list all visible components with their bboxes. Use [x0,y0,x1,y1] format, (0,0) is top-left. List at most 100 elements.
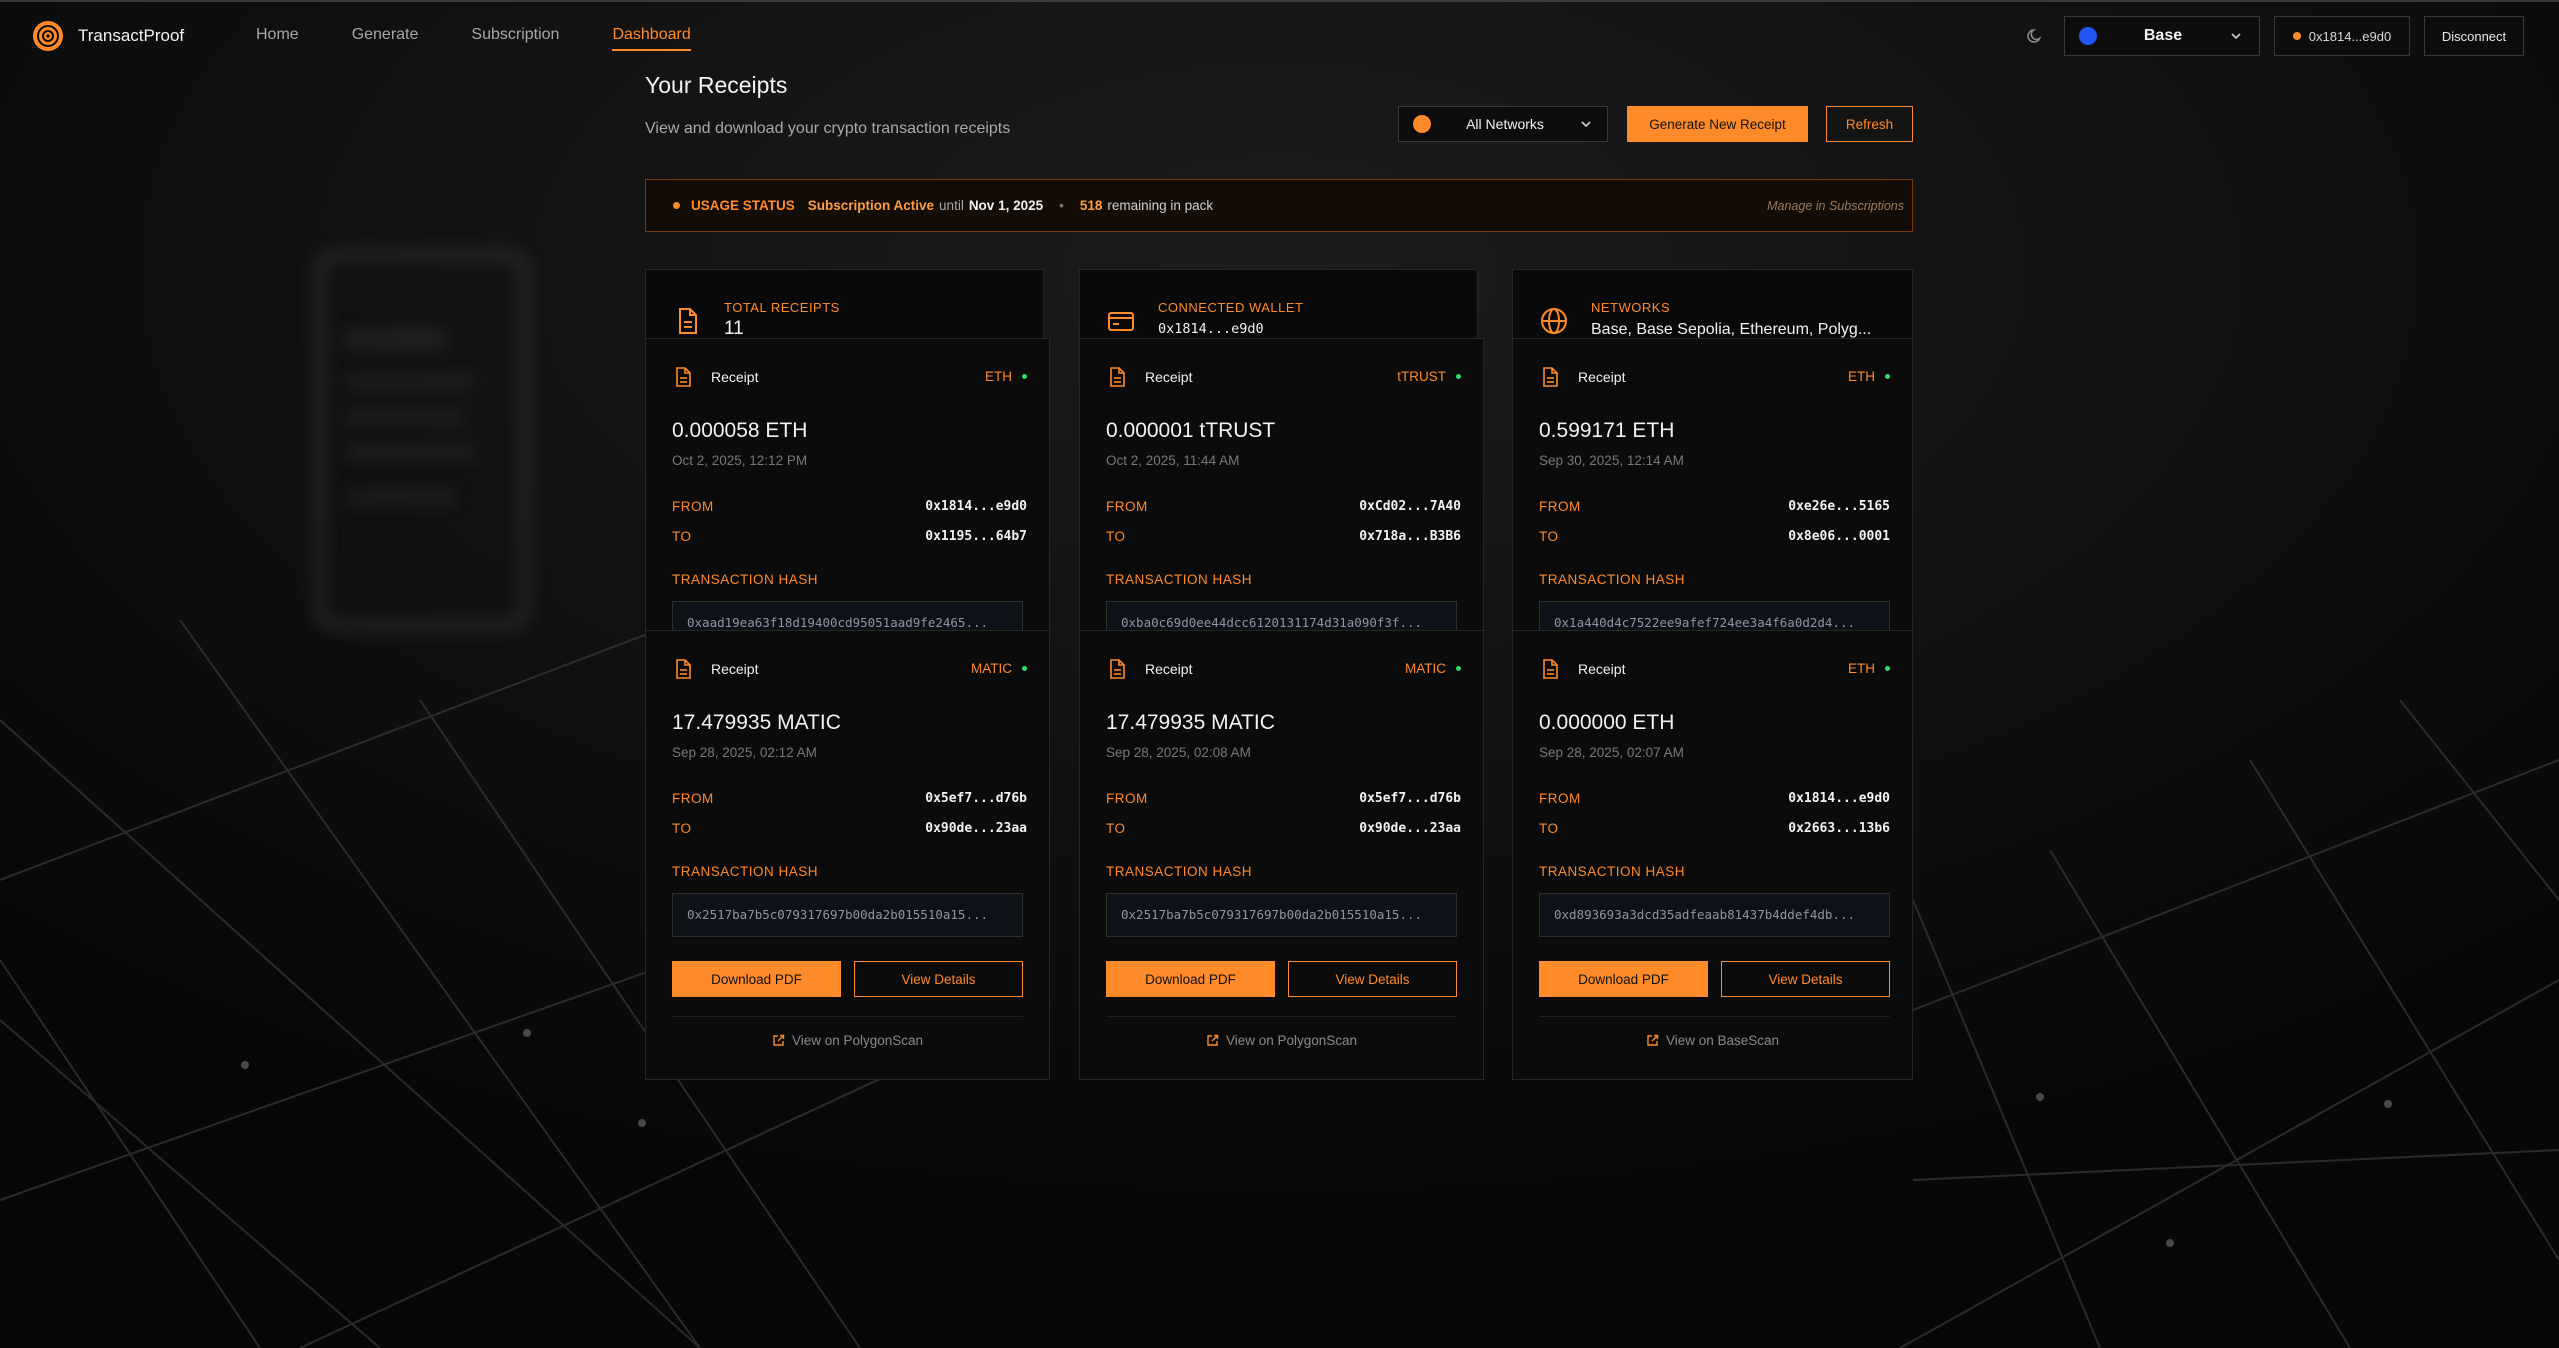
dashboard-main: Your Receipts View and download your cry… [645,68,1913,1348]
wallet-icon [1108,312,1134,331]
receipt-date: Oct 2, 2025, 11:44 AM [1106,453,1240,468]
networks-value: Base, Base Sepolia, Ethereum, Polyg... [1591,321,1872,338]
transaction-hash-label: TRANSACTION HASH [1539,864,1686,879]
generate-new-receipt-button[interactable]: Generate New Receipt [1627,106,1808,142]
receipt-date: Oct 2, 2025, 12:12 PM [672,453,808,468]
receipt-document-icon [1543,367,1558,387]
receipt-document-icon [676,659,691,679]
receipt-title: Receipt [1145,661,1193,677]
external-link-icon [1207,1034,1219,1046]
from-address: 0x1814...e9d0 [1788,791,1890,806]
usage-status-bar: USAGE STATUS Subscription Active until N… [645,179,1913,232]
wallet-address: 0x1814...e9d0 [2308,28,2392,44]
receipt-title: Receipt [1578,369,1626,385]
wallet-address-button[interactable]: 0x1814...e9d0 [2274,16,2410,56]
globe-icon [1541,308,1567,334]
token-badge: ETH [1848,369,1890,384]
receipt-amount: 0.599171 ETH [1539,419,1675,442]
transaction-hash-label: TRANSACTION HASH [1106,572,1253,587]
block-explorer-link[interactable]: View on PolygonScan [1080,1033,1483,1048]
nav-dashboard[interactable]: Dashboard [612,2,691,51]
block-explorer-label: View on BaseScan [1665,1033,1780,1048]
receipt-date: Sep 28, 2025, 02:07 AM [1539,745,1684,760]
receipt-amount: 0.000058 ETH [672,419,808,442]
receipt-card: Receipt MATIC 17.479935 MATIC Sep 28, 20… [645,630,1050,1080]
card-divider [1539,1016,1890,1017]
to-address: 0x2663...13b6 [1788,821,1890,836]
confirmed-status-dot [1885,374,1890,379]
to-address: 0x718a...B3B6 [1359,529,1461,544]
receipt-title: Receipt [711,369,759,385]
token-badge: ETH [985,369,1027,384]
total-receipts-value: 11 [724,318,744,339]
token-symbol: ETH [1848,661,1875,676]
from-label: FROM [1106,499,1148,514]
to-label: TO [1539,821,1559,836]
moon-icon[interactable] [2025,26,2045,46]
download-pdf-button[interactable]: Download PDF [1539,961,1708,997]
receipt-date: Sep 30, 2025, 12:14 AM [1539,453,1684,468]
network-selector[interactable]: Base [2064,16,2260,56]
from-address: 0x5ef7...d76b [1359,791,1461,806]
token-symbol: ETH [985,369,1012,384]
refresh-button[interactable]: Refresh [1826,106,1913,142]
nav-generate[interactable]: Generate [352,2,419,51]
transaction-hash-label: TRANSACTION HASH [1539,572,1686,587]
brand[interactable]: TransactProof [32,20,184,52]
connected-wallet-value: 0x1814...e9d0 [1158,321,1264,337]
transaction-hash-label: TRANSACTION HASH [672,864,819,879]
confirmed-status-dot [1022,374,1027,379]
from-label: FROM [672,791,714,806]
page-title: Your Receipts [645,72,788,98]
network-filter-dropdown[interactable]: All Networks [1398,106,1608,142]
receipt-document-icon [1110,659,1125,679]
block-explorer-link[interactable]: View on BaseScan [1513,1033,1912,1048]
transaction-hash-value[interactable]: 0x2517ba7b5c079317697b00da2b015510a15... [672,893,1023,937]
block-explorer-label: View on PolygonScan [1225,1033,1358,1048]
transaction-hash-value[interactable]: 0x2517ba7b5c079317697b00da2b015510a15... [1106,893,1457,937]
network-name: Base [2143,27,2183,44]
view-details-button[interactable]: View Details [854,961,1023,997]
transaction-hash-label: TRANSACTION HASH [672,572,819,587]
receipt-card: Receipt ETH 0.000000 ETH Sep 28, 2025, 0… [1512,630,1913,1080]
top-navbar: TransactProof Home Generate Subscription… [0,2,2559,68]
token-symbol: ETH [1848,369,1875,384]
receipt-amount: 0.000001 tTRUST [1106,419,1276,442]
disconnect-button[interactable]: Disconnect [2424,16,2524,56]
nav-subscription[interactable]: Subscription [471,2,559,51]
status-separator: • [1059,198,1064,213]
transaction-hash-label: TRANSACTION HASH [1106,864,1253,879]
receipt-document-icon [1110,367,1125,387]
document-icon [679,308,697,334]
nav-home[interactable]: Home [256,2,299,51]
transaction-hash-value[interactable]: 0xd893693a3dcd35adfeaab81437b4ddef4db... [1539,893,1890,937]
download-pdf-button[interactable]: Download PDF [672,961,841,997]
to-address: 0x1195...64b7 [925,529,1027,544]
receipt-title: Receipt [711,661,759,677]
token-symbol: tTRUST [1397,369,1446,384]
token-badge: MATIC [1405,661,1461,676]
confirmed-status-dot [1022,666,1027,671]
status-dot [673,202,680,209]
to-label: TO [1539,529,1559,544]
to-label: TO [672,529,692,544]
base-network-icon [2079,27,2097,45]
receipt-title: Receipt [1145,369,1193,385]
receipt-document-icon [1543,659,1558,679]
confirmed-status-dot [1456,374,1461,379]
from-address: 0x1814...e9d0 [925,499,1027,514]
confirmed-status-dot [1885,666,1890,671]
networks-label: NETWORKS [1591,300,1671,315]
block-explorer-link[interactable]: View on PolygonScan [646,1033,1049,1048]
receipt-title: Receipt [1578,661,1626,677]
to-label: TO [672,821,692,836]
manage-subscriptions-link[interactable]: Manage in Subscriptions [1767,199,1904,213]
from-label: FROM [672,499,714,514]
view-details-button[interactable]: View Details [1721,961,1890,997]
download-pdf-button[interactable]: Download PDF [1106,961,1275,997]
to-label: TO [1106,821,1126,836]
wallet-status-dot [2292,32,2301,40]
receipt-amount: 17.479935 MATIC [672,711,841,734]
from-label: FROM [1106,791,1148,806]
view-details-button[interactable]: View Details [1288,961,1457,997]
